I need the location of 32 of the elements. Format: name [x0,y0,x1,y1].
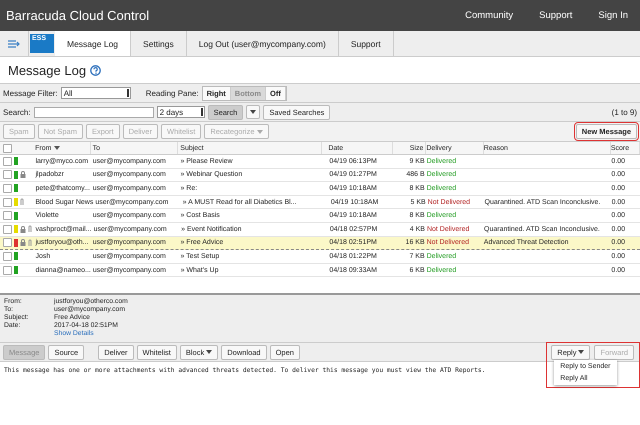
caret-icon [578,350,584,354]
search-field[interactable] [34,106,154,118]
search-options-button[interactable] [246,105,260,119]
select-all-checkbox[interactable] [3,144,12,152]
page-title: Message Log [8,62,86,78]
nav-tab[interactable]: Message Log [55,31,132,56]
row-checkbox[interactable] [3,156,12,166]
row-checkbox[interactable] [3,224,12,234]
help-icon[interactable] [90,64,102,76]
sort-caret-icon [54,146,60,150]
header-link[interactable]: Support [539,10,572,21]
row-checkbox[interactable] [3,198,12,207]
nav-tab[interactable]: Support [338,31,394,56]
brand-logo: Barracuda Cloud Control [6,8,150,23]
nav-tab[interactable]: Log Out (user@mycompany.com) [186,31,339,56]
row-checkbox[interactable] [3,252,12,261]
header-link[interactable]: Community [465,10,514,21]
row-checkbox[interactable] [3,266,12,275]
date-range-dropdown[interactable]: 2 days [156,106,205,118]
filter-label: Message Filter: [3,88,58,98]
search-label: Search: [3,108,31,116]
row-checkbox[interactable] [3,184,12,193]
filter-dropdown[interactable]: All [60,87,131,99]
result-count: (1 to 9) [612,108,637,116]
menu-icon[interactable] [8,40,20,48]
row-checkbox[interactable] [3,211,12,220]
row-checkbox[interactable] [3,238,12,248]
row-checkbox[interactable] [3,170,12,180]
nav-tab[interactable]: Settings [131,31,187,56]
header-link[interactable]: Sign In [598,10,628,21]
reading-pane-label: Reading Pane: [146,88,199,98]
caret-icon [250,110,256,114]
